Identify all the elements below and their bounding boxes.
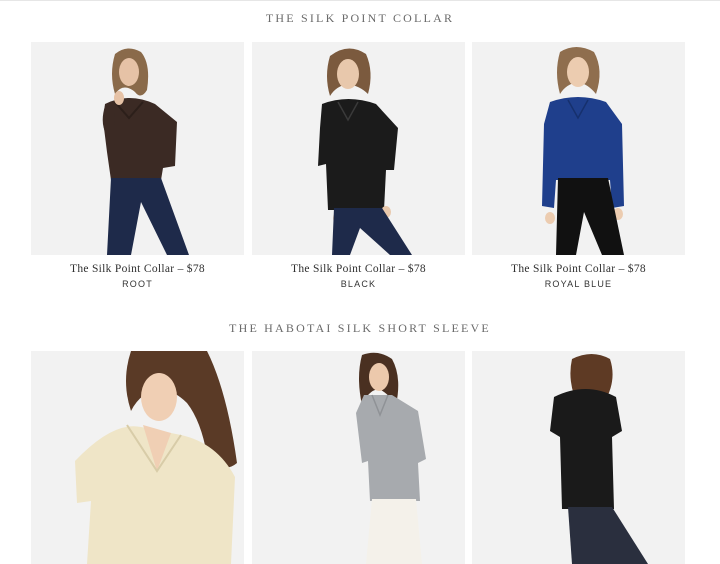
- model-cream-short-sleeve-image: [75, 351, 237, 564]
- product-color-label: BLACK: [340, 279, 377, 289]
- product-card-royal-blue[interactable]: The Silk Point Collar – $78 ROYAL BLUE: [472, 42, 685, 289]
- model-grey-short-sleeve-image: [356, 352, 426, 564]
- product-card-cream[interactable]: [31, 351, 244, 564]
- product-name[interactable]: The Silk Point Collar – $78: [31, 263, 244, 275]
- product-image[interactable]: [472, 42, 685, 255]
- product-color-label: ROOT: [122, 279, 153, 289]
- product-color-label: ROYAL BLUE: [544, 279, 613, 289]
- model-black-short-sleeve-image: [550, 354, 648, 564]
- product-image[interactable]: [252, 42, 465, 255]
- section-title-habotai-silk-short-sleeve: THE HABOTAI SILK SHORT SLEEVE: [229, 321, 491, 335]
- top-divider: [0, 0, 720, 1]
- product-card-black[interactable]: The Silk Point Collar – $78 BLACK: [252, 42, 465, 289]
- product-image[interactable]: [252, 351, 465, 564]
- product-card-root[interactable]: The Silk Point Collar – $78 ROOT: [31, 42, 244, 289]
- product-name[interactable]: The Silk Point Collar – $78: [252, 263, 465, 275]
- product-name[interactable]: The Silk Point Collar – $78: [472, 263, 685, 275]
- model-royal-blue-silk-shirt-image: [542, 47, 624, 255]
- product-image[interactable]: [31, 351, 244, 564]
- product-card-grey[interactable]: [252, 351, 465, 564]
- model-black-silk-shirt-image: [318, 48, 412, 255]
- product-image[interactable]: [31, 42, 244, 255]
- model-brown-silk-shirt-image: [102, 48, 189, 255]
- product-card-black-short-sleeve[interactable]: [472, 351, 685, 564]
- product-image[interactable]: [472, 351, 685, 564]
- section-title-silk-point-collar: THE SILK POINT COLLAR: [265, 11, 455, 25]
